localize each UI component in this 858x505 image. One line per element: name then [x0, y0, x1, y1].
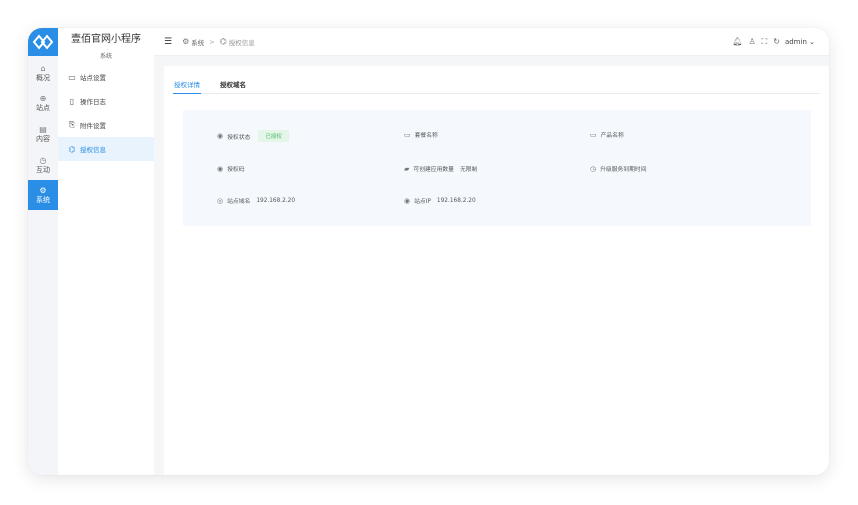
- submenu-label: 附件设置: [80, 122, 106, 130]
- site-domain-label: 站点域名: [227, 199, 251, 205]
- chevron-down-icon: ⌄: [809, 37, 815, 46]
- site-ip-label: 站点IP: [414, 199, 431, 205]
- nav-site-label: 站点: [36, 103, 50, 112]
- user-menu[interactable]: admin ⌄: [785, 38, 815, 46]
- nav-overview-label: 概况: [36, 73, 50, 82]
- nav-overview[interactable]: ⌂ 概况: [28, 58, 58, 88]
- settings-icon: ⚙: [182, 37, 190, 46]
- tab-license-domains[interactable]: 授权域名: [219, 78, 247, 94]
- app-quota-label: 可创建应用数量: [413, 167, 454, 173]
- notification-icon[interactable]: 🔔︎: [732, 37, 742, 46]
- nav-system[interactable]: ⚙ 系统: [28, 180, 58, 210]
- top-bar: ☰ ⚙ 系统 > ⌬ 授权信息 🔔︎ ♙ ⛶ ↻ admin ⌄: [154, 28, 829, 56]
- submenu-label: 站点设置: [80, 74, 106, 82]
- auth-code-field: ◉ 授权码: [217, 164, 245, 174]
- shield-check-icon: ◉: [217, 132, 224, 140]
- ip-icon: ◉: [404, 196, 411, 205]
- auth-status-field: ◉ 授权状态 已授权: [217, 130, 289, 142]
- product-icon: ▭: [590, 130, 597, 139]
- nav-system-label: 系统: [36, 195, 50, 204]
- home-icon: ⌂: [40, 63, 46, 73]
- site-domain-field: ◎ 站点域名 192.168.2.20: [217, 196, 296, 206]
- nav-site[interactable]: ⊕ 站点: [28, 88, 58, 118]
- nav-content-label: 内容: [36, 134, 50, 143]
- submenu-label: 授权信息: [80, 146, 106, 154]
- submenu-license-info[interactable]: ⌬ 授权信息: [58, 137, 154, 161]
- shirt-icon[interactable]: ♙: [748, 37, 755, 46]
- app-logo: [28, 28, 58, 56]
- nav-interaction[interactable]: ◷ 互动: [28, 150, 58, 180]
- submenu-attachment-settings[interactable]: ⎘ 附件设置: [58, 113, 154, 137]
- breadcrumb-current: 授权信息: [228, 38, 255, 47]
- nav-content[interactable]: ▤ 内容: [28, 119, 58, 149]
- status-badge: 已授权: [258, 130, 289, 142]
- toolbar: 🔔︎ ♙ ⛶ ↻ admin ⌄: [726, 37, 815, 47]
- nav-interaction-label: 互动: [36, 165, 50, 174]
- tab-license-details[interactable]: 授权详情: [173, 78, 201, 94]
- username: admin: [784, 37, 807, 46]
- clock-icon: ◷: [590, 164, 597, 173]
- menu-toggle-icon[interactable]: ☰: [164, 37, 172, 47]
- tab-bar: 授权详情 授权域名: [173, 78, 820, 94]
- package-name-field: ▭ 套餐名称: [404, 130, 438, 140]
- primary-nav-rail: ⌂ 概况 ⊕ 站点 ▤ 内容 ◷ 互动 ⚙ 系统: [28, 28, 58, 475]
- globe-icon: ◎: [217, 196, 224, 205]
- check-circle-icon: ◉: [217, 164, 224, 173]
- package-name-label: 套餐名称: [414, 133, 438, 139]
- product-name-field: ▭ 产品名称: [590, 130, 624, 140]
- submenu-operation-log[interactable]: ▯ 操作日志: [58, 89, 154, 113]
- log-icon: ▯: [69, 96, 75, 106]
- logo-icon: [32, 34, 54, 50]
- refresh-icon[interactable]: ↻: [773, 37, 780, 46]
- breadcrumb-separator: >: [209, 37, 215, 46]
- globe-icon: ⊕: [39, 93, 47, 103]
- upgrade-expiry-field: ◷ 升级服务到期时间: [590, 164, 647, 174]
- settings-icon: ⚙: [39, 185, 47, 195]
- auth-code-label: 授权码: [227, 167, 245, 173]
- product-name-label: 产品名称: [600, 133, 624, 139]
- document-icon: ▤: [39, 124, 47, 134]
- briefcase-icon: ▰: [404, 164, 410, 173]
- section-title: 系统: [99, 53, 112, 60]
- license-info-panel: ◉ 授权状态 已授权 ▭ 套餐名称 ▭ 产品名称 ◉ 授权码 ▰ 可创建应用数量…: [183, 110, 811, 226]
- app-quota-value: 无限制: [459, 167, 478, 173]
- app-title: 壹佰官网小程序: [71, 34, 141, 45]
- site-ip-value: 192.168.2.20: [436, 197, 476, 204]
- submenu-site-settings[interactable]: ▭ 站点设置: [58, 65, 154, 89]
- breadcrumb: ⚙ 系统 > ⌬ 授权信息: [182, 37, 255, 47]
- key-card-icon: ⌬: [68, 144, 76, 154]
- chat-icon: ◷: [39, 155, 47, 165]
- app-quota-field: ▰ 可创建应用数量 无限制: [404, 164, 478, 174]
- fullscreen-icon[interactable]: ⛶: [762, 37, 768, 47]
- secondary-nav: ▭ 站点设置 ▯ 操作日志 ⎘ 附件设置 ⌬ 授权信息: [58, 65, 154, 475]
- breadcrumb-root[interactable]: 系统: [191, 37, 204, 47]
- site-domain-value: 192.168.2.20: [256, 197, 296, 204]
- auth-status-label: 授权状态: [227, 134, 251, 141]
- monitor-icon: ▭: [68, 72, 76, 82]
- paperclip-icon: ⎘: [68, 120, 76, 129]
- app-window: ⌂ 概况 ⊕ 站点 ▤ 内容 ◷ 互动 ⚙ 系统 壹佰官网小程序 系统 ▭ 站点…: [28, 28, 829, 475]
- main-panel: 授权详情 授权域名 ◉ 授权状态 已授权 ▭ 套餐名称 ▭ 产品名称 ◉ 授权码: [164, 66, 829, 475]
- key-card-icon: ⌬: [219, 37, 227, 46]
- submenu-label: 操作日志: [80, 98, 106, 106]
- site-ip-field: ◉ 站点IP 192.168.2.20: [404, 196, 476, 206]
- package-icon: ▭: [404, 130, 411, 139]
- upgrade-expiry-label: 升级服务到期时间: [600, 167, 647, 173]
